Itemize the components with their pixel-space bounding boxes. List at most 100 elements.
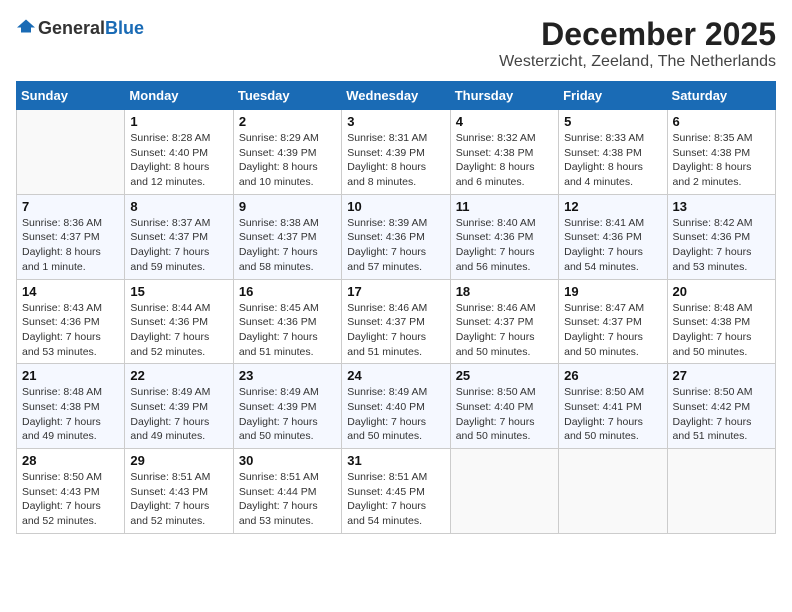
day-info: Sunrise: 8:28 AMSunset: 4:40 PMDaylight:… xyxy=(130,131,227,190)
day-number: 16 xyxy=(239,284,336,299)
calendar-cell xyxy=(17,110,125,195)
calendar-cell: 17 Sunrise: 8:46 AMSunset: 4:37 PMDayligh… xyxy=(342,279,450,364)
calendar-dow-monday: Monday xyxy=(125,82,233,110)
calendar-cell: 24Sunrise: 8:49 AMSunset: 4:40 PMDayligh… xyxy=(342,364,450,449)
calendar-cell: 1 Sunrise: 8:28 AMSunset: 4:40 PMDaylight… xyxy=(125,110,233,195)
calendar-cell: 9Sunrise: 8:38 AMSunset: 4:37 PMDaylight… xyxy=(233,194,341,279)
calendar-dow-thursday: Thursday xyxy=(450,82,558,110)
day-number: 18 xyxy=(456,284,553,299)
day-info: Sunrise: 8:46 AMSunset: 4:37 PMDaylight:… xyxy=(347,301,444,360)
day-info: Sunrise: 8:45 AMSunset: 4:36 PMDaylight:… xyxy=(239,301,336,360)
day-info: Sunrise: 8:48 AMSunset: 4:38 PMDaylight:… xyxy=(22,385,119,444)
calendar-cell: 18 Sunrise: 8:46 AMSunset: 4:37 PMDayligh… xyxy=(450,279,558,364)
calendar-week-row: 14 Sunrise: 8:43 AMSunset: 4:36 PMDayligh… xyxy=(17,279,776,364)
month-title: December 2025 xyxy=(499,16,776,53)
day-number: 27 xyxy=(673,368,770,383)
day-number: 5 xyxy=(564,114,661,129)
calendar-table: SundayMondayTuesdayWednesdayThursdayFrid… xyxy=(16,81,776,534)
day-info: Sunrise: 8:51 AMSunset: 4:44 PMDaylight:… xyxy=(239,470,336,529)
day-number: 23 xyxy=(239,368,336,383)
calendar-week-row: 28 Sunrise: 8:50 AMSunset: 4:43 PMDayligh… xyxy=(17,449,776,534)
day-info: Sunrise: 8:51 AMSunset: 4:45 PMDaylight:… xyxy=(347,470,444,529)
day-number: 22 xyxy=(130,368,227,383)
calendar-dow-wednesday: Wednesday xyxy=(342,82,450,110)
calendar-cell xyxy=(559,449,667,534)
day-number: 2 xyxy=(239,114,336,129)
day-info: Sunrise: 8:38 AMSunset: 4:37 PMDaylight:… xyxy=(239,216,336,275)
calendar-cell: 19 Sunrise: 8:47 AMSunset: 4:37 PMDayligh… xyxy=(559,279,667,364)
day-info: Sunrise: 8:31 AMSunset: 4:39 PMDaylight:… xyxy=(347,131,444,190)
day-info: Sunrise: 8:29 AMSunset: 4:39 PMDaylight:… xyxy=(239,131,336,190)
calendar-cell: 11Sunrise: 8:40 AMSunset: 4:36 PMDayligh… xyxy=(450,194,558,279)
logo-text: GeneralBlue xyxy=(38,18,144,39)
day-info: Sunrise: 8:43 AMSunset: 4:36 PMDaylight:… xyxy=(22,301,119,360)
calendar-cell: 21 Sunrise: 8:48 AMSunset: 4:38 PMDayligh… xyxy=(17,364,125,449)
day-number: 30 xyxy=(239,453,336,468)
calendar-cell: 13Sunrise: 8:42 AMSunset: 4:36 PMDayligh… xyxy=(667,194,775,279)
day-info: Sunrise: 8:50 AMSunset: 4:40 PMDaylight:… xyxy=(456,385,553,444)
calendar-cell: 5 Sunrise: 8:33 AMSunset: 4:38 PMDaylight… xyxy=(559,110,667,195)
day-info: Sunrise: 8:47 AMSunset: 4:37 PMDaylight:… xyxy=(564,301,661,360)
logo-icon xyxy=(16,16,36,36)
calendar-week-row: 21 Sunrise: 8:48 AMSunset: 4:38 PMDayligh… xyxy=(17,364,776,449)
calendar-cell: 12 Sunrise: 8:41 AMSunset: 4:36 PMDayligh… xyxy=(559,194,667,279)
day-number: 17 xyxy=(347,284,444,299)
calendar-cell: 14 Sunrise: 8:43 AMSunset: 4:36 PMDayligh… xyxy=(17,279,125,364)
calendar-cell: 31Sunrise: 8:51 AMSunset: 4:45 PMDayligh… xyxy=(342,449,450,534)
logo-general: General xyxy=(38,18,105,39)
calendar-cell: 29 Sunrise: 8:51 AMSunset: 4:43 PMDayligh… xyxy=(125,449,233,534)
calendar-cell: 25 Sunrise: 8:50 AMSunset: 4:40 PMDayligh… xyxy=(450,364,558,449)
day-info: Sunrise: 8:51 AMSunset: 4:43 PMDaylight:… xyxy=(130,470,227,529)
day-number: 6 xyxy=(673,114,770,129)
calendar-week-row: 7Sunrise: 8:36 AMSunset: 4:37 PMDaylight… xyxy=(17,194,776,279)
calendar-cell xyxy=(450,449,558,534)
day-info: Sunrise: 8:41 AMSunset: 4:36 PMDaylight:… xyxy=(564,216,661,275)
day-number: 20 xyxy=(673,284,770,299)
day-info: Sunrise: 8:32 AMSunset: 4:38 PMDaylight:… xyxy=(456,131,553,190)
day-number: 29 xyxy=(130,453,227,468)
day-number: 24 xyxy=(347,368,444,383)
calendar-cell: 8Sunrise: 8:37 AMSunset: 4:37 PMDaylight… xyxy=(125,194,233,279)
day-info: Sunrise: 8:42 AMSunset: 4:36 PMDaylight:… xyxy=(673,216,770,275)
day-info: Sunrise: 8:50 AMSunset: 4:42 PMDaylight:… xyxy=(673,385,770,444)
calendar-cell: 20 Sunrise: 8:48 AMSunset: 4:38 PMDayligh… xyxy=(667,279,775,364)
calendar-cell: 2 Sunrise: 8:29 AMSunset: 4:39 PMDaylight… xyxy=(233,110,341,195)
day-number: 1 xyxy=(130,114,227,129)
day-number: 19 xyxy=(564,284,661,299)
calendar-dow-tuesday: Tuesday xyxy=(233,82,341,110)
day-number: 7 xyxy=(22,199,119,214)
day-number: 15 xyxy=(130,284,227,299)
day-number: 8 xyxy=(130,199,227,214)
day-number: 12 xyxy=(564,199,661,214)
calendar-dow-friday: Friday xyxy=(559,82,667,110)
day-info: Sunrise: 8:40 AMSunset: 4:36 PMDaylight:… xyxy=(456,216,553,275)
day-number: 21 xyxy=(22,368,119,383)
day-number: 14 xyxy=(22,284,119,299)
calendar-week-row: 1 Sunrise: 8:28 AMSunset: 4:40 PMDaylight… xyxy=(17,110,776,195)
logo-blue: Blue xyxy=(105,18,144,39)
day-info: Sunrise: 8:33 AMSunset: 4:38 PMDaylight:… xyxy=(564,131,661,190)
day-number: 3 xyxy=(347,114,444,129)
day-number: 28 xyxy=(22,453,119,468)
calendar-header-row: SundayMondayTuesdayWednesdayThursdayFrid… xyxy=(17,82,776,110)
calendar-cell: 22Sunrise: 8:49 AMSunset: 4:39 PMDayligh… xyxy=(125,364,233,449)
day-number: 26 xyxy=(564,368,661,383)
calendar-cell: 10 Sunrise: 8:39 AMSunset: 4:36 PMDayligh… xyxy=(342,194,450,279)
day-info: Sunrise: 8:39 AMSunset: 4:36 PMDaylight:… xyxy=(347,216,444,275)
calendar-cell: 15Sunrise: 8:44 AMSunset: 4:36 PMDayligh… xyxy=(125,279,233,364)
day-info: Sunrise: 8:50 AMSunset: 4:43 PMDaylight:… xyxy=(22,470,119,529)
calendar-cell xyxy=(667,449,775,534)
calendar-cell: 23 Sunrise: 8:49 AMSunset: 4:39 PMDayligh… xyxy=(233,364,341,449)
location-title: Westerzicht, Zeeland, The Netherlands xyxy=(499,53,776,71)
day-number: 25 xyxy=(456,368,553,383)
calendar-cell: 27 Sunrise: 8:50 AMSunset: 4:42 PMDayligh… xyxy=(667,364,775,449)
calendar-cell: 7Sunrise: 8:36 AMSunset: 4:37 PMDaylight… xyxy=(17,194,125,279)
day-info: Sunrise: 8:46 AMSunset: 4:37 PMDaylight:… xyxy=(456,301,553,360)
day-number: 4 xyxy=(456,114,553,129)
calendar-cell: 16 Sunrise: 8:45 AMSunset: 4:36 PMDayligh… xyxy=(233,279,341,364)
day-number: 10 xyxy=(347,199,444,214)
day-info: Sunrise: 8:48 AMSunset: 4:38 PMDaylight:… xyxy=(673,301,770,360)
day-info: Sunrise: 8:35 AMSunset: 4:38 PMDaylight:… xyxy=(673,131,770,190)
logo-block xyxy=(16,16,36,41)
day-info: Sunrise: 8:49 AMSunset: 4:39 PMDaylight:… xyxy=(239,385,336,444)
